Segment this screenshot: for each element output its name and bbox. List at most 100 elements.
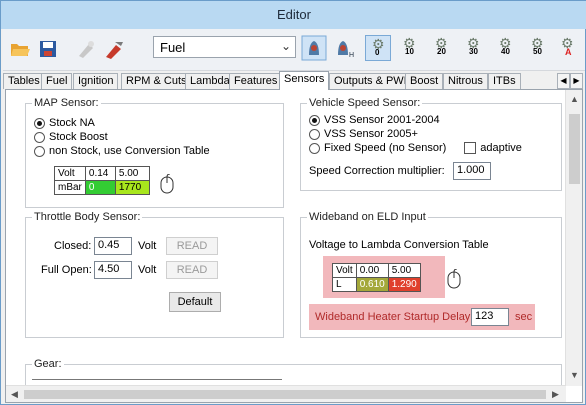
log-histogram-icon[interactable]: H: [331, 35, 357, 61]
radio-vss-2005[interactable]: VSS Sensor 2005+: [309, 128, 418, 140]
tab-features[interactable]: Features: [229, 73, 283, 89]
wideband-title: Wideband on ELD Input: [307, 211, 428, 223]
table-button-0[interactable]: ⚙ 0: [365, 35, 391, 61]
radio-stock-boost[interactable]: Stock Boost: [34, 131, 108, 143]
tab-scroll-right-icon[interactable]: ▶: [570, 73, 583, 89]
save-icon[interactable]: [37, 38, 59, 60]
full-open-label: Full Open:: [41, 264, 92, 276]
table-button-40[interactable]: ⚙ 40: [493, 35, 519, 61]
wideband-volt-cell[interactable]: 0.00: [355, 263, 389, 278]
table-button-0-label: 0: [375, 48, 380, 57]
tab-boost[interactable]: Boost: [405, 73, 444, 89]
wideband-conversion-table[interactable]: Volt 0.00 5.00 L 0.610 1.290: [332, 263, 421, 292]
map-mbar-cell[interactable]: 0: [84, 180, 116, 195]
map-mbar-label: mBar: [54, 180, 86, 195]
map-volt-cell[interactable]: 5.00: [114, 166, 150, 181]
tab-ignition[interactable]: Ignition: [73, 73, 119, 89]
vertical-scroll-thumb[interactable]: [569, 114, 580, 184]
tab-strip: Tables Fuel Ignition RPM & Cuts Lambda F…: [3, 71, 585, 90]
config-select-value: Fuel: [160, 40, 186, 55]
wideband-volt-cell[interactable]: 5.00: [387, 263, 421, 278]
wideband-lambda-label: L: [332, 277, 357, 292]
scroll-up-icon[interactable]: ▲: [570, 94, 579, 104]
default-button[interactable]: Default: [169, 292, 221, 312]
tab-rpm-cuts[interactable]: RPM & Cuts: [121, 73, 192, 89]
radio-non-stock[interactable]: non Stock, use Conversion Table: [34, 145, 210, 157]
table-button-50[interactable]: ⚙ 50: [525, 35, 551, 61]
tab-itbs[interactable]: ITBs: [488, 73, 521, 89]
radio-dot: [34, 145, 45, 157]
wideband-lambda-cell[interactable]: 0.610: [355, 277, 389, 292]
full-open-unit: Volt: [138, 264, 157, 276]
scroll-left-icon[interactable]: ◀: [11, 389, 18, 400]
wideband-table-title: Voltage to Lambda Conversion Table: [309, 239, 489, 251]
scroll-down-icon[interactable]: ▼: [570, 370, 579, 380]
burn-disabled-icon[interactable]: [75, 38, 97, 60]
tab-tables[interactable]: Tables: [3, 73, 45, 89]
svg-text:H: H: [349, 52, 354, 59]
heater-delay-label: Wideband Heater Startup Delay:: [315, 311, 474, 323]
map-mbar-cell[interactable]: 1770: [114, 180, 150, 195]
mouse-icon[interactable]: [160, 174, 174, 194]
config-select[interactable]: Fuel ⌄: [153, 36, 296, 58]
adaptive-label: adaptive: [480, 142, 522, 154]
tab-scroll-left-icon[interactable]: ◀: [557, 73, 570, 89]
radio-fixed-speed-label: Fixed Speed (no Sensor): [324, 142, 447, 154]
tab-nitrous[interactable]: Nitrous: [443, 73, 488, 89]
table-button-a[interactable]: ⚙ A: [555, 35, 581, 61]
table-button-20[interactable]: ⚙ 20: [429, 35, 455, 61]
log-viewer-icon[interactable]: [301, 35, 327, 61]
table-button-40-label: 40: [501, 47, 510, 56]
radio-dot: [309, 142, 320, 154]
radio-stock-na[interactable]: Stock NA: [34, 117, 95, 129]
table-button-30[interactable]: ⚙ 30: [461, 35, 487, 61]
sensors-panel: MAP Sensor: Stock NA Stock Boost non Sto…: [5, 89, 583, 403]
radio-stock-boost-label: Stock Boost: [49, 131, 108, 143]
wideband-volt-label: Volt: [332, 263, 357, 278]
radio-vss-2001-label: VSS Sensor 2001-2004: [324, 114, 440, 126]
vss-title: Vehicle Speed Sensor:: [307, 97, 423, 109]
map-volt-label: Volt: [54, 166, 86, 181]
tab-lambda[interactable]: Lambda: [185, 73, 235, 89]
closed-label: Closed:: [54, 240, 92, 252]
map-conversion-table[interactable]: Volt 0.14 5.00 mBar 0 1770: [54, 166, 150, 195]
title-bar: Editor: [1, 1, 586, 29]
horizontal-scrollbar[interactable]: ◀ ▶: [6, 385, 566, 402]
table-button-10-label: 10: [405, 47, 414, 56]
heater-delay-input[interactable]: 123: [471, 308, 509, 326]
closed-input[interactable]: 0.45: [94, 237, 132, 255]
open-folder-icon[interactable]: [9, 38, 31, 60]
tab-sensors[interactable]: Sensors: [279, 71, 330, 90]
speed-correction-label: Speed Correction multiplier:: [309, 165, 445, 177]
full-open-read-button[interactable]: READ: [166, 261, 218, 279]
radio-dot: [309, 128, 320, 140]
vertical-scrollbar[interactable]: ▲ ▼: [565, 90, 582, 386]
map-sensor-group: MAP Sensor: Stock NA Stock Boost non Sto…: [25, 97, 284, 208]
throttle-title: Throttle Body Sensor:: [32, 211, 143, 223]
table-button-10[interactable]: ⚙ 10: [397, 35, 423, 61]
scroll-right-icon[interactable]: ▶: [552, 389, 559, 400]
table-button-a-label: A: [565, 47, 572, 57]
gear-title: Gear:: [32, 358, 64, 370]
radio-non-stock-label: non Stock, use Conversion Table: [49, 145, 210, 157]
wideband-lambda-cell[interactable]: 1.290: [387, 277, 421, 292]
wideband-group: Wideband on ELD Input Voltage to Lambda …: [300, 211, 562, 338]
window-title: Editor: [277, 7, 311, 22]
mouse-icon[interactable]: [447, 269, 461, 289]
table-button-20-label: 20: [437, 47, 446, 56]
map-volt-cell[interactable]: 0.14: [84, 166, 116, 181]
burn-icon[interactable]: [103, 38, 125, 60]
radio-fixed-speed[interactable]: Fixed Speed (no Sensor) adaptive: [309, 142, 522, 154]
full-open-input[interactable]: 4.50: [94, 261, 132, 279]
throttle-group: Throttle Body Sensor: Closed: 0.45 Volt …: [25, 211, 284, 338]
table-button-50-label: 50: [533, 47, 542, 56]
radio-dot: [34, 131, 45, 143]
radio-vss-2001[interactable]: VSS Sensor 2001-2004: [309, 114, 440, 126]
tab-fuel[interactable]: Fuel: [41, 73, 73, 89]
editor-window: Editor Fuel ⌄ H ⚙ 0 ⚙ 10 ⚙ 20 ⚙ 30 ⚙ 40 …: [0, 0, 586, 405]
adaptive-checkbox[interactable]: [464, 142, 477, 154]
radio-dot: [309, 114, 320, 126]
speed-correction-input[interactable]: 1.000: [453, 162, 491, 180]
horizontal-scroll-thumb[interactable]: [24, 390, 546, 399]
closed-read-button[interactable]: READ: [166, 237, 218, 255]
